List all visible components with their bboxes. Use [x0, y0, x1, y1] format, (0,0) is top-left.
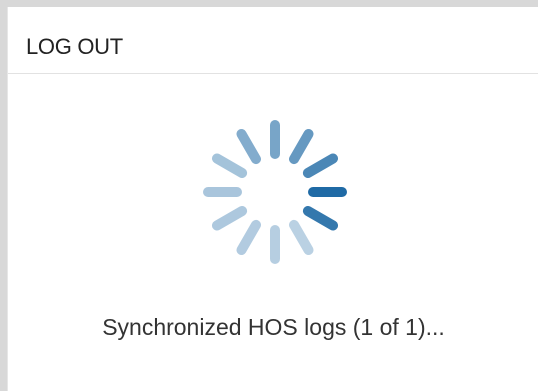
outer-frame-left: [0, 0, 7, 391]
spinner-spoke: [289, 128, 314, 165]
spinner-spoke: [236, 128, 261, 165]
dialog-title: LOG OUT: [26, 34, 123, 59]
spinner-spoke: [211, 206, 248, 231]
loading-spinner-icon: [203, 120, 347, 264]
sync-status-text: Synchronized HOS logs (1 of 1)...: [102, 314, 445, 340]
spinner-spoke: [236, 219, 261, 256]
outer-frame-top: [0, 0, 538, 7]
dialog-header: LOG OUT: [8, 7, 538, 74]
log-out-screen: LOG OUT Synchronized HOS logs (1 of 1)..…: [0, 0, 538, 391]
spinner-spoke: [289, 219, 314, 256]
spinner-spoke: [302, 206, 339, 231]
log-out-dialog: LOG OUT Synchronized HOS logs (1 of 1)..…: [7, 7, 538, 391]
spinner-spoke: [211, 153, 248, 178]
spinner-spoke: [302, 153, 339, 178]
